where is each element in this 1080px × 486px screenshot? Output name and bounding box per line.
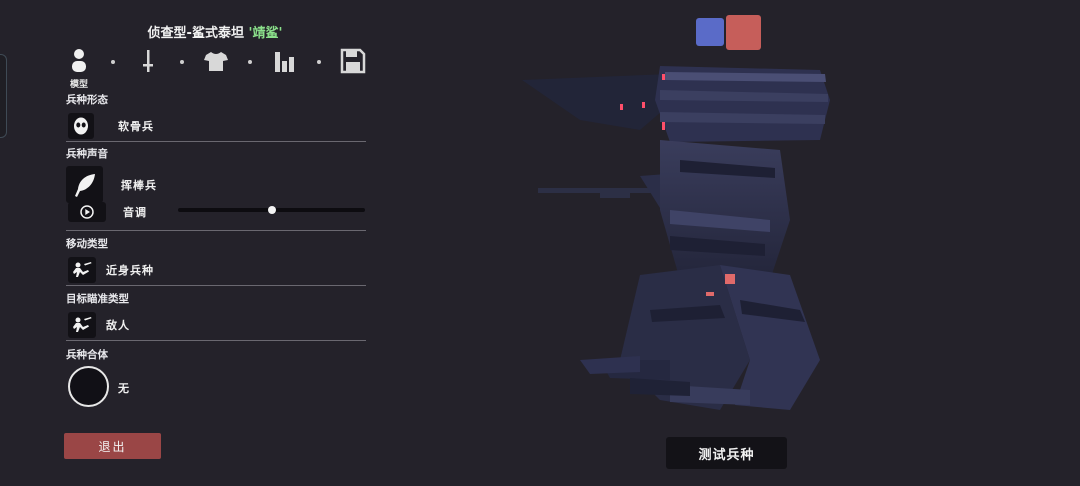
unit-voice-selector[interactable]: [66, 166, 103, 203]
exit-button[interactable]: 退出: [64, 433, 161, 459]
toolbar-separator-dot: [179, 60, 184, 64]
section-unit-form: 兵种形态 软骨兵: [66, 92, 366, 139]
test-unit-button[interactable]: 测试兵种: [666, 437, 787, 469]
divider: [66, 285, 366, 286]
toolbar-weapon-tab[interactable]: [135, 48, 161, 74]
person-icon: [72, 49, 86, 72]
play-icon: [80, 205, 94, 219]
section-unit-voice: 兵种声音 挥棒兵: [66, 146, 366, 203]
section-unit-voice-title: 兵种声音: [66, 148, 108, 160]
targeting-type-selector[interactable]: [68, 312, 96, 338]
sword-icon: [142, 50, 153, 72]
unit-model-preview[interactable]: [520, 60, 840, 430]
unit-title: 侦查型-鲨式泰坦 '靖鲨': [60, 22, 370, 41]
unit-combine-value: 无: [118, 382, 130, 395]
divider: [66, 340, 366, 341]
pitch-label: 音调: [123, 206, 147, 219]
pitch-slider-knob[interactable]: [267, 206, 276, 214]
targeting-type-value: 敌人: [106, 319, 130, 332]
toolbar-model-tab[interactable]: 模型: [66, 48, 92, 90]
unit-title-nickname: '靖鲨': [248, 26, 283, 41]
unit-form-value: 软骨兵: [118, 120, 154, 133]
side-drawer-tab[interactable]: [0, 54, 7, 138]
section-movement-type-title: 移动类型: [66, 238, 108, 250]
unit-title-name: 侦查型-鲨式泰坦: [147, 26, 249, 41]
movement-type-selector[interactable]: [68, 257, 96, 283]
save-icon: [340, 48, 366, 74]
feather-icon: [74, 173, 95, 197]
section-targeting-type-title: 目标瞄准类型: [66, 293, 129, 305]
toolbar-separator-dot: [248, 60, 253, 64]
unit-form-selector[interactable]: [68, 113, 94, 139]
divider: [66, 141, 366, 142]
team-blue-selector[interactable]: [696, 18, 724, 46]
divider: [66, 230, 366, 231]
section-unit-combine-title: 兵种合体: [66, 349, 108, 361]
mask-icon: [74, 117, 88, 135]
section-unit-combine: 兵种合体: [66, 347, 366, 362]
toolbar-separator-dot: [316, 60, 321, 64]
pitch-slider[interactable]: [178, 206, 365, 214]
bar-chart-icon: [274, 52, 294, 72]
toolbar-separator-dot: [111, 60, 116, 64]
toolbar-model-label: 模型: [69, 80, 88, 90]
section-targeting-type: 目标瞄准类型 敌人: [66, 291, 366, 338]
unit-combine-slot[interactable]: [68, 366, 109, 407]
shirt-icon: [204, 52, 228, 71]
section-unit-form-title: 兵种形态: [66, 94, 108, 106]
toolbar-stats-tab[interactable]: [272, 48, 298, 74]
toolbar-save-tab[interactable]: [340, 48, 366, 74]
movement-type-value: 近身兵种: [106, 264, 154, 277]
unit-voice-value: 挥棒兵: [121, 178, 157, 192]
editor-toolbar: 模型: [66, 48, 366, 90]
melee-icon: [73, 262, 92, 277]
toolbar-clothing-tab[interactable]: [203, 48, 229, 74]
section-movement-type: 移动类型 近身兵种: [66, 236, 366, 283]
team-red-selector[interactable]: [726, 15, 761, 50]
target-enemy-icon: [73, 317, 92, 332]
voice-play-button[interactable]: [68, 202, 106, 222]
